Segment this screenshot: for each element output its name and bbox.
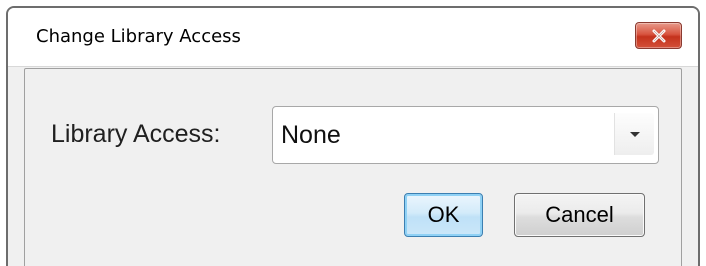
library-access-label: Library Access: <box>51 120 221 148</box>
dialog-title: Change Library Access <box>36 26 241 47</box>
cancel-button[interactable]: Cancel <box>514 193 645 237</box>
change-library-access-dialog: Change Library Access Library Access: No… <box>6 6 700 266</box>
dropdown-button[interactable] <box>614 113 654 155</box>
title-bar[interactable]: Change Library Access <box>8 8 698 67</box>
library-access-select[interactable]: None <box>272 106 659 164</box>
ok-button[interactable]: OK <box>404 193 483 237</box>
library-access-selected-value: None <box>281 121 341 149</box>
dialog-content: Library Access: None OK Cancel <box>24 68 682 266</box>
chevron-down-icon <box>629 131 641 138</box>
close-x-icon <box>651 29 667 43</box>
close-button[interactable] <box>635 22 682 49</box>
